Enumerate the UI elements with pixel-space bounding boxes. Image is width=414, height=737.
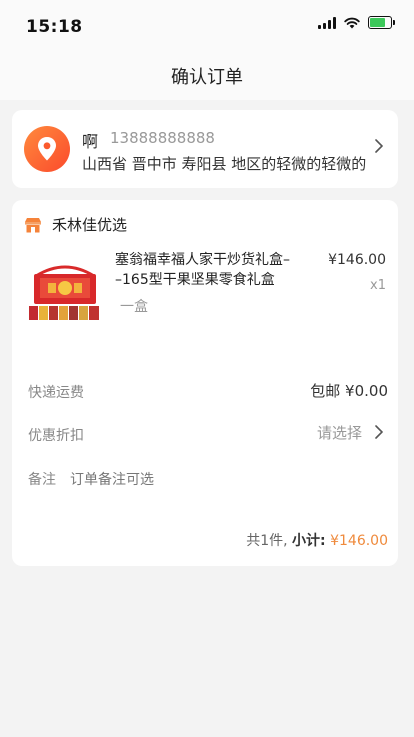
shop-name: 禾林佳优选 [52, 216, 128, 234]
battery-icon [368, 16, 395, 29]
note-input[interactable]: 订单备注可选 [70, 469, 154, 489]
shipping-label: 快递运费 [28, 385, 84, 401]
product-title[interactable]: 塞翁福幸福人家干炒货礼盒– –165型干果坚果零食礼盒 [115, 250, 295, 290]
status-icons [318, 16, 395, 29]
address-card[interactable]: 啊 13888888888 山西省 晋中市 寿阳县 地区的轻微的轻微的 [12, 110, 398, 188]
product-title-line-1: 塞翁福幸福人家干炒货礼盒– [115, 252, 290, 268]
store-icon [25, 217, 41, 232]
product-quantity: x1 [370, 278, 386, 293]
order-summary: 共1件, 小计: ¥146.00 [246, 530, 388, 550]
item-count: 共1件, [246, 533, 288, 549]
chevron-right-icon [375, 139, 383, 153]
shop-header: 禾林佳优选 [24, 214, 127, 235]
subtotal-value: ¥146.00 [330, 533, 388, 549]
recipient-phone: 13888888888 [110, 129, 215, 147]
signal-icon [318, 16, 336, 29]
recipient-name: 啊 [82, 132, 99, 151]
chevron-right-icon [375, 425, 383, 439]
shipping-value: 包邮 ¥0.00 [310, 382, 388, 400]
product-spec: 一盒 [120, 299, 148, 315]
order-card: 禾林佳优选 塞翁福幸福人家干炒货礼盒– –165型干果坚果零食礼盒 一盒 ¥14… [12, 200, 398, 566]
location-pin-icon [24, 126, 70, 172]
product-price: ¥146.00 [328, 252, 386, 268]
wifi-icon [344, 17, 360, 28]
coupon-select: 请选择 [316, 424, 362, 442]
nav-bar: 确认订单 [0, 52, 414, 100]
coupon-label: 优惠折扣 [28, 428, 84, 444]
page-title: 确认订单 [171, 67, 243, 88]
product-image [26, 256, 104, 324]
status-bar: 15:18 [0, 0, 414, 52]
recipient-address: 山西省 晋中市 寿阳县 地区的轻微的轻微的 [82, 155, 367, 173]
subtotal-label: 小计: [292, 533, 326, 549]
product-title-line-2: –165型干果坚果零食礼盒 [115, 272, 275, 288]
status-time: 15:18 [26, 17, 83, 37]
coupon-row[interactable]: 优惠折扣 请选择 [12, 412, 398, 452]
note-label: 备注 [28, 472, 56, 488]
